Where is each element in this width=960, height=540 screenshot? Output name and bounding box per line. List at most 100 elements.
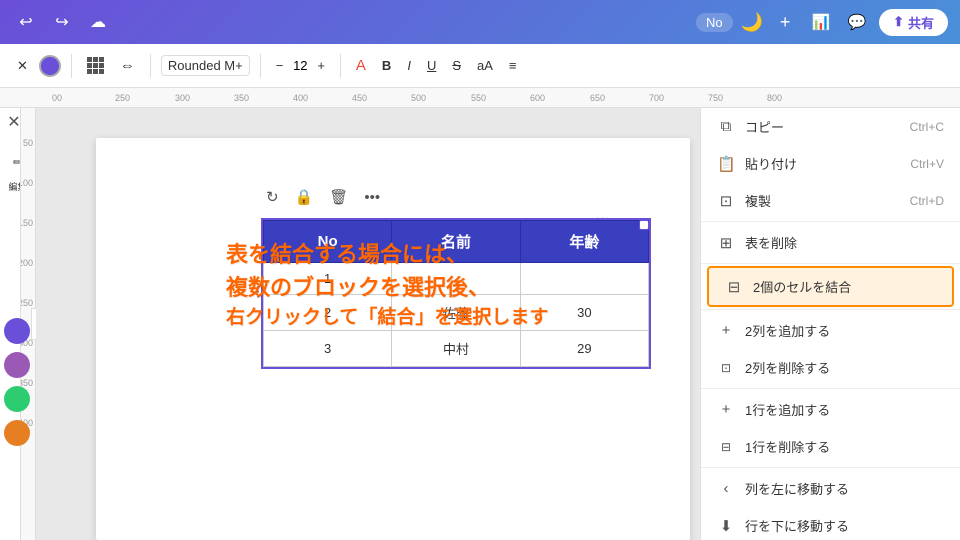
td-name-1[interactable]: [392, 263, 520, 295]
td-age-2[interactable]: 30: [520, 295, 648, 331]
menu-duplicate-label: 複製: [745, 191, 771, 210]
italic-button[interactable]: I: [402, 55, 416, 76]
menu-paste[interactable]: 📋 貼り付け Ctrl+V: [701, 145, 960, 182]
align-button[interactable]: ≡: [504, 55, 522, 76]
menu-copy-left: ⧉ コピー: [717, 117, 784, 136]
td-no-2[interactable]: 2: [264, 295, 392, 331]
v-mark-2: 150: [20, 218, 33, 228]
duplicate-icon: ⊡: [717, 192, 735, 210]
th-age[interactable]: 年齢: [520, 221, 648, 263]
font-color-button[interactable]: A: [351, 54, 371, 77]
font-increase-button[interactable]: +: [312, 55, 330, 76]
undo-button[interactable]: ↩: [12, 8, 40, 36]
main-area: ✕ ✏ 編集 50 100 150 200 250 300 350 400 ‹: [0, 108, 960, 540]
ruler-mark-8: 600: [530, 93, 545, 103]
cloud-button[interactable]: ☁: [84, 8, 112, 36]
table-row: 1: [264, 263, 649, 295]
font-size-value: 12: [290, 58, 310, 73]
shape-green[interactable]: [4, 386, 30, 412]
upload-icon: ⬆: [893, 14, 904, 30]
no-badge: No: [696, 13, 733, 32]
menu-add-rows[interactable]: + 1行を追加する: [701, 391, 960, 428]
td-name-2[interactable]: 佐藤: [392, 295, 520, 331]
table-view-button[interactable]: [82, 54, 109, 77]
close-button[interactable]: ✕: [12, 55, 33, 77]
shape-palette: [4, 318, 30, 446]
td-age-1[interactable]: [520, 263, 648, 295]
divider-2: [150, 54, 151, 78]
td-age-3[interactable]: 29: [520, 331, 648, 367]
ruler-mark-6: 500: [411, 93, 426, 103]
menu-del-cols[interactable]: ⊡ 2列を削除する: [701, 349, 960, 386]
ruler-mark-1: 250: [115, 93, 130, 103]
td-no-3[interactable]: 3: [264, 331, 392, 367]
divider-3: [260, 54, 261, 78]
menu-del-cols-label: 2列を削除する: [745, 358, 830, 377]
menu-copy[interactable]: ⧉ コピー Ctrl+C: [701, 108, 960, 145]
strikethrough-button[interactable]: S: [447, 55, 466, 76]
add-cols-icon: +: [717, 322, 735, 339]
menu-move-col-left-label: 列を左に移動する: [745, 479, 849, 498]
menu-del-rows-label: 1行を削除する: [745, 437, 830, 456]
rotate-icon[interactable]: ↻: [266, 188, 279, 206]
menu-move-row-down[interactable]: ⬇ 行を下に移動する: [701, 507, 960, 540]
del-cols-icon: ⊡: [717, 361, 735, 375]
menu-delete-table-left: ⊞ 表を削除: [717, 233, 797, 252]
menu-divider-3: [701, 309, 960, 310]
merge-icon: ⊟: [725, 278, 743, 296]
table-header-row: No 名前 年齢: [264, 221, 649, 263]
shape-orange[interactable]: [4, 420, 30, 446]
font-decrease-button[interactable]: −: [271, 55, 289, 76]
menu-add-rows-label: 1行を追加する: [745, 400, 830, 419]
td-no-1[interactable]: 1: [264, 263, 392, 295]
menu-add-cols[interactable]: + 2列を追加する: [701, 312, 960, 349]
font-size-control: − 12 +: [271, 55, 330, 76]
resize-handle[interactable]: [639, 220, 649, 230]
top-bar-right: No 🌙 + 📊 💬 ⬆ 共有: [696, 8, 948, 36]
v-mark-3: 200: [20, 258, 33, 268]
font-name[interactable]: Rounded M+: [161, 55, 250, 76]
add-button[interactable]: +: [771, 8, 799, 36]
delete-table-icon: ⊞: [717, 234, 735, 252]
ruler-mark-10: 700: [649, 93, 664, 103]
ruler-mark-5: 450: [352, 93, 367, 103]
width-button[interactable]: ⇔: [115, 54, 140, 77]
menu-move-col-left-left: ‹ 列を左に移動する: [717, 479, 849, 498]
menu-merge-cells[interactable]: ⊟ 2個のセルを結合: [707, 266, 954, 307]
bold-button[interactable]: B: [377, 55, 396, 76]
td-name-3[interactable]: 中村: [392, 331, 520, 367]
share-button[interactable]: ⬆ 共有: [879, 9, 948, 36]
sidebar-left: ✕ ✏ 編集 50 100 150 200 250 300 350 400 ‹: [0, 108, 36, 540]
th-no[interactable]: No: [264, 221, 392, 263]
menu-del-cols-left: ⊡ 2列を削除する: [717, 358, 830, 377]
move-row-down-icon: ⬇: [717, 517, 735, 535]
lock-icon[interactable]: 🔒: [295, 188, 314, 206]
menu-merge-left: ⊟ 2個のセルを結合: [725, 277, 851, 296]
menu-duplicate[interactable]: ⊡ 複製 Ctrl+D: [701, 182, 960, 219]
table-selection: No 名前 年齢 1 2: [261, 218, 651, 369]
table-row: 2 佐藤 30: [264, 295, 649, 331]
more-icon[interactable]: •••: [364, 189, 380, 206]
shape-violet[interactable]: [4, 352, 30, 378]
paste-icon: 📋: [717, 155, 735, 173]
menu-del-rows[interactable]: ⊟ 1行を削除する: [701, 428, 960, 465]
canvas-area[interactable]: ↻ 🔒 🗑 ••• ••• ⋮ No: [36, 108, 700, 540]
color-picker[interactable]: [39, 55, 61, 77]
shape-purple[interactable]: [4, 318, 30, 344]
menu-paste-label: 貼り付け: [745, 154, 797, 173]
menu-copy-label: コピー: [745, 117, 784, 136]
menu-move-col-left[interactable]: ‹ 列を左に移動する: [701, 470, 960, 507]
table-wrapper: No 名前 年齢 1 2: [261, 218, 651, 369]
chat-button[interactable]: 💬: [843, 8, 871, 36]
underline-button[interactable]: U: [422, 55, 441, 76]
menu-move-row-down-left: ⬇ 行を下に移動する: [717, 516, 849, 535]
aa-button[interactable]: aA: [472, 55, 498, 76]
menu-delete-table[interactable]: ⊞ 表を削除: [701, 224, 960, 261]
data-table: No 名前 年齢 1 2: [263, 220, 649, 367]
th-name[interactable]: 名前: [392, 221, 520, 263]
redo-button[interactable]: ↪: [48, 8, 76, 36]
menu-divider-1: [701, 221, 960, 222]
chart-button[interactable]: 📊: [807, 8, 835, 36]
delete-icon[interactable]: 🗑: [329, 188, 348, 206]
canvas-page: ↻ 🔒 🗑 ••• ••• ⋮ No: [96, 138, 690, 540]
